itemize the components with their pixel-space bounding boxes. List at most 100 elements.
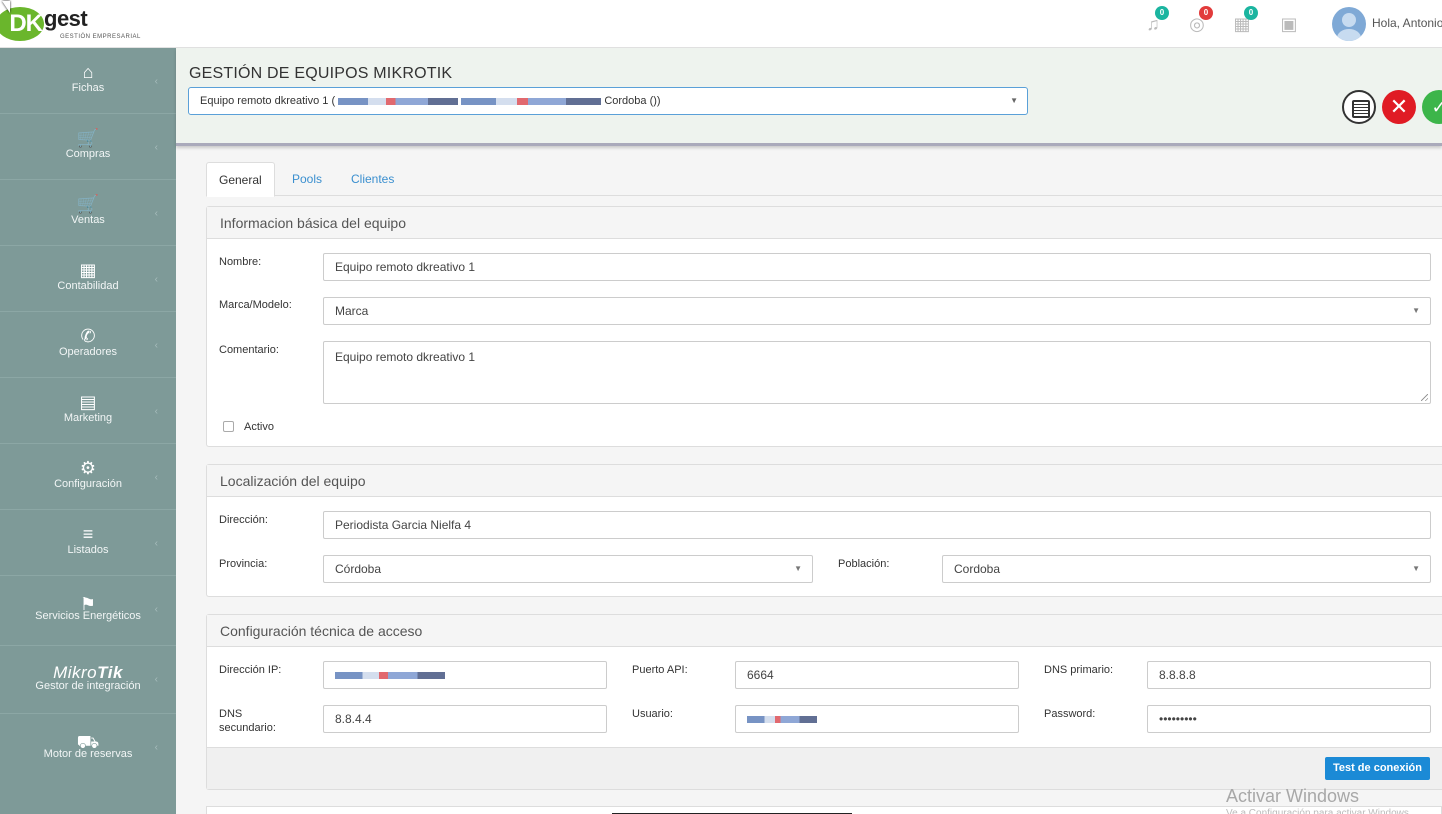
sidebar-item-label: Gestor de integración [35,680,141,692]
chevron-down-icon: ▼ [1412,306,1420,315]
dns1-input[interactable]: 8.8.8.8 [1147,661,1431,689]
sidebar-item-label: Marketing [63,412,113,424]
direccion-input[interactable]: Periodista Garcia Nielfa 4 [323,511,1431,539]
windows-activation-subtitle: Ve a Configuración para activar Windows. [1226,808,1412,814]
avatar[interactable] [1332,7,1366,41]
tab-general[interactable]: General [206,162,275,197]
sidebar-item-servicios-energeticos[interactable]: ⚑ Servicios Energéticos ‹ [0,576,176,646]
dns2-label: DNS secundario: [219,708,276,734]
sidebar-item-compras[interactable]: 🛒 Compras ‹ [0,114,176,180]
resize-handle-icon[interactable] [1421,394,1428,401]
user-greeting[interactable]: Hola, Antonio [1372,16,1442,30]
sidebar-item-marketing[interactable]: ▤ Marketing ‹ [0,378,176,444]
sidebar-item-listados[interactable]: ≡ Listados ‹ [0,510,176,576]
nombre-label: Nombre: [219,256,262,268]
chevron-left-icon: ‹ [154,208,158,219]
top-bar: DK gest GESTIÓN EMPRESARIAL ♫ 0 ◎ 0 ▦ 0 … [0,0,1442,48]
cart-icon: 🛒 [76,194,100,214]
chevron-left-icon: ‹ [154,742,158,753]
sidebar-item-label: Ventas [71,214,105,226]
chevron-left-icon: ‹ [154,472,158,483]
notification-badge: 0 [1244,6,1258,20]
access-panel: Configuración técnica de acceso Direcció… [206,614,1442,790]
provincia-label: Provincia: [219,558,268,570]
cart-icon: 🛒 [76,128,100,148]
chevron-left-icon: ‹ [154,406,158,417]
mouse-cursor-icon [2,1,10,13]
cancel-button[interactable]: ✕ [1382,90,1416,124]
panel-title: Localización del equipo [207,465,1442,497]
redacted-text [747,716,817,724]
sidebar-item-fichas[interactable]: ⌂ Fichas ‹ [0,48,176,114]
sidebar-item-mikrotik[interactable]: MikroTik Gestor de integración ‹ [0,646,176,714]
test-connection-button[interactable]: Test de conexión [1324,757,1430,780]
panel-title: Informacion básica del equipo [207,207,1442,239]
globe-icon[interactable]: ◎ 0 [1184,6,1213,37]
notification-badge: 0 [1199,6,1213,20]
page-header: GESTIÓN DE EQUIPOS MIKROTIK Equipo remot… [176,48,1442,146]
sidebar-item-label: Servicios Energéticos [35,610,141,622]
booking-icon: ⛟ [76,732,100,752]
sidebar-item-label: Contabilidad [57,280,119,292]
tab-clientes[interactable]: Clientes [339,162,406,197]
activo-checkbox[interactable] [223,421,234,432]
calendar-icon[interactable]: ▦ 0 [1229,6,1258,37]
chevron-left-icon: ‹ [154,142,158,153]
page-title: GESTIÓN DE EQUIPOS MIKROTIK [189,65,453,82]
notification-badge: 0 [1155,6,1169,20]
sidebar-item-operadores[interactable]: ✆ Operadores ‹ [0,312,176,378]
save-button[interactable]: ✓ [1422,90,1442,124]
calculator-icon: ▦ [79,260,97,280]
phone-icon: ✆ [80,326,96,346]
gear-icon: ⚙ [79,458,97,478]
message-icon: ▤ [79,392,97,412]
sidebar-item-configuracion[interactable]: ⚙ Configuración ‹ [0,444,176,510]
marca-select[interactable]: Marca ▼ [323,297,1431,325]
password-label: Password: [1044,708,1096,720]
sidebar-item-label: Fichas [71,82,105,94]
sidebar: ⌂ Fichas ‹ 🛒 Compras ‹ 🛒 Ventas ‹ ▦ Cont… [0,48,176,814]
redacted-text [335,672,445,680]
usuario-input[interactable] [735,705,1019,733]
home-icon: ⌂ [82,62,94,82]
direccion-label: Dirección: [219,514,268,526]
poblacion-label: Población: [838,558,890,570]
tab-pools[interactable]: Pools [280,162,334,197]
panel-footer: Test de conexión [207,747,1442,789]
chevron-left-icon: ‹ [154,274,158,285]
puerto-label: Puerto API: [632,664,688,676]
list-view-button[interactable] [1342,90,1376,124]
list-icon: ≡ [82,524,94,544]
chevron-left-icon: ‹ [154,674,158,685]
ip-input[interactable] [323,661,607,689]
sidebar-item-contabilidad[interactable]: ▦ Contabilidad ‹ [0,246,176,312]
usuario-label: Usuario: [632,708,673,720]
dns2-input[interactable]: 8.8.4.4 [323,705,607,733]
password-input[interactable]: ••••••••• [1147,705,1431,733]
chevron-down-icon: ▼ [794,564,802,573]
comentario-textarea[interactable]: Equipo remoto dkreativo 1 [323,341,1431,404]
sidebar-item-label: Listados [67,544,109,556]
grid-icon[interactable]: ▣ [1276,11,1302,37]
logo-tagline: GESTIÓN EMPRESARIAL [60,34,141,40]
chevron-left-icon: ‹ [154,538,158,549]
device-select[interactable]: Equipo remoto dkreativo 1 ( Cordoba ()) … [188,87,1028,115]
sidebar-item-ventas[interactable]: 🛒 Ventas ‹ [0,180,176,246]
chevron-down-icon: ▼ [1010,96,1018,105]
panel-title: Configuración técnica de acceso [207,615,1442,647]
provincia-select[interactable]: Córdoba ▼ [323,555,813,583]
comentario-label: Comentario: [219,344,279,356]
marca-label: Marca/Modelo: [219,299,292,311]
nombre-input[interactable]: Equipo remoto dkreativo 1 [323,253,1431,281]
puerto-input[interactable]: 6664 [735,661,1019,689]
dkgest-logo[interactable]: DK gest GESTIÓN EMPRESARIAL [0,3,160,45]
mikrotik-logo-icon: MikroTik [53,663,123,682]
basic-info-panel: Informacion básica del equipo Nombre: Eq… [206,206,1442,447]
chevron-left-icon: ‹ [154,340,158,351]
redacted-text [338,97,459,105]
bell-icon[interactable]: ♫ 0 [1140,6,1169,37]
sidebar-item-reservas[interactable]: ⛟ Motor de reservas ‹ [0,714,176,780]
poblacion-select[interactable]: Cordoba ▼ [942,555,1431,583]
activo-label: Activo [244,421,274,433]
chevron-down-icon: ▼ [1412,564,1420,573]
